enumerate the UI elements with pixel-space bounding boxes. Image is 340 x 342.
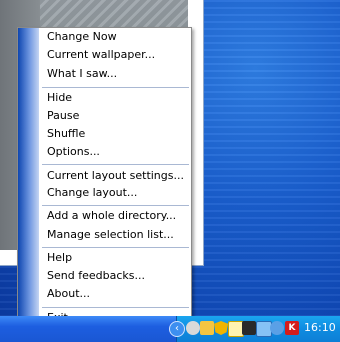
context-menu: Change Now Current wallpaper... What I s… xyxy=(17,27,192,328)
taskbar-clock[interactable]: 16:10 xyxy=(304,321,336,335)
menu-separator xyxy=(42,247,189,248)
menu-item-hide[interactable]: Hide xyxy=(47,89,72,107)
menu-item-shuffle[interactable]: Shuffle xyxy=(47,125,85,143)
antivirus-k-icon[interactable]: K xyxy=(285,321,299,335)
menu-item-send-feedbacks[interactable]: Send feedbacks... xyxy=(47,267,145,285)
cd-icon[interactable] xyxy=(186,321,200,335)
menu-item-add-directory[interactable]: Add a whole directory... xyxy=(47,207,176,225)
menu-separator xyxy=(42,205,189,206)
menu-item-change-layout[interactable]: Change layout... xyxy=(47,184,137,202)
menu-item-current-layout-settings[interactable]: Current layout settings... xyxy=(47,167,184,185)
menu-side-strip xyxy=(18,28,39,327)
menu-item-pause[interactable]: Pause xyxy=(47,107,79,125)
refresh-icon[interactable] xyxy=(270,321,284,335)
tray-chevron-icon[interactable]: ‹ xyxy=(169,321,185,337)
image-icon[interactable] xyxy=(242,321,256,335)
network-icon[interactable] xyxy=(200,321,214,335)
menu-separator xyxy=(42,307,189,308)
menu-separator xyxy=(42,164,189,165)
menu-item-help[interactable]: Help xyxy=(47,249,72,267)
menu-item-what-i-saw[interactable]: What I saw... xyxy=(47,65,117,83)
menu-item-change-now[interactable]: Change Now xyxy=(47,28,117,46)
menu-item-about[interactable]: About... xyxy=(47,285,90,303)
menu-item-manage-selection-list[interactable]: Manage selection list... xyxy=(47,226,174,244)
menu-separator xyxy=(42,87,189,88)
menu-item-current-wallpaper[interactable]: Current wallpaper... xyxy=(47,46,155,64)
menu-item-options[interactable]: Options... xyxy=(47,143,100,161)
